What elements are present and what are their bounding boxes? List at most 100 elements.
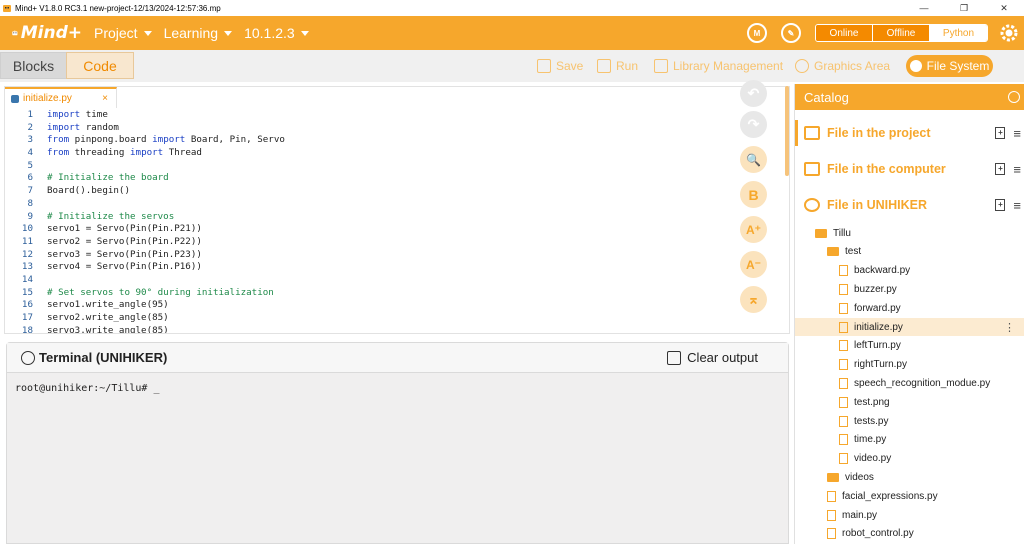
font-decrease-button[interactable]: A⁻	[740, 251, 767, 278]
code-text[interactable]: servo2 = Servo(Pin(Pin.P22))	[47, 236, 202, 249]
code-line[interactable]: 15 # Set servos to 90° during initializat…	[5, 287, 789, 300]
tree-file[interactable]: main.py	[827, 506, 877, 524]
code-line[interactable]: 6 # Initialize the board	[5, 172, 789, 185]
tree-file[interactable]: backward.py	[839, 262, 910, 280]
menu-icon[interactable]: ≡	[1013, 126, 1021, 141]
font-increase-button[interactable]: A⁺	[740, 216, 767, 243]
tree-file[interactable]: initialize.py ⋮	[795, 318, 1024, 336]
tree-file[interactable]: tests.py	[839, 412, 888, 430]
section-unihiker-files[interactable]: File in UNIHIKER + ≡	[795, 194, 1024, 216]
menu-project[interactable]: Project	[94, 25, 152, 41]
menu-learning[interactable]: Learning	[164, 25, 233, 41]
code-area[interactable]: 1 import time 2 import random 3 from pinpong.…	[5, 109, 789, 333]
code-text[interactable]: # Initialize the servos	[47, 211, 174, 224]
library-management-button[interactable]: Library Management	[654, 57, 783, 75]
file-system-button[interactable]: File System	[906, 55, 993, 77]
code-text[interactable]: # Set servos to 90° during initializatio…	[47, 287, 274, 300]
code-text[interactable]: import random	[47, 122, 119, 135]
code-text[interactable]: import time	[47, 109, 108, 122]
code-editor[interactable]: initialize.py × 1 import time 2 import rand…	[4, 86, 790, 334]
close-button[interactable]: ✕	[984, 0, 1024, 16]
more-options-icon[interactable]: ⋮	[1004, 321, 1015, 334]
tree-folder[interactable]: videos	[827, 468, 874, 486]
section-project-files[interactable]: File in the project + ≡	[795, 122, 1024, 144]
code-line[interactable]: 5	[5, 160, 789, 173]
tree-folder[interactable]: Tillu	[815, 224, 851, 242]
tree-file[interactable]: robot_control.py	[827, 525, 914, 543]
editor-scrollbar[interactable]	[785, 86, 789, 176]
menu-device-address[interactable]: 10.1.2.3	[244, 25, 309, 41]
code-text[interactable]: servo3.write_angle(85)	[47, 325, 169, 333]
code-line[interactable]: 14	[5, 274, 789, 287]
mode-online-button[interactable]: Online	[816, 25, 873, 41]
code-line[interactable]: 12 servo3 = Servo(Pin(Pin.P23))	[5, 249, 789, 262]
terminal-output[interactable]: root@unihiker:~/Tillu# _	[7, 373, 788, 404]
mode-python-button[interactable]: Python	[930, 25, 987, 41]
undo-button[interactable]: ↶	[740, 80, 767, 107]
code-text[interactable]: from threading import Thread	[47, 147, 202, 160]
run-button[interactable]: Run	[597, 57, 638, 75]
code-line[interactable]: 4 from threading import Thread	[5, 147, 789, 160]
tree-file[interactable]: forward.py	[839, 299, 901, 317]
refresh-icon[interactable]	[1008, 91, 1020, 103]
code-line[interactable]: 9 # Initialize the servos	[5, 211, 789, 224]
graphics-area-button[interactable]: Graphics Area	[795, 57, 890, 75]
maximize-button[interactable]: ❐	[944, 0, 984, 16]
redo-button[interactable]: ↷	[740, 111, 767, 138]
menu-icon[interactable]: ≡	[1013, 162, 1021, 177]
gear-icon[interactable]	[998, 22, 1020, 44]
add-file-icon[interactable]: +	[995, 127, 1006, 139]
tree-file[interactable]: speech_recognition_modue.py	[839, 374, 990, 392]
code-text[interactable]: servo4 = Servo(Pin(Pin.P16))	[47, 261, 202, 274]
format-button[interactable]: B	[740, 181, 767, 208]
code-line[interactable]: 11 servo2 = Servo(Pin(Pin.P22))	[5, 236, 789, 249]
tree-file[interactable]: video.py	[839, 450, 891, 468]
code-text[interactable]: servo3 = Servo(Pin(Pin.P23))	[47, 249, 202, 262]
medal-icon[interactable]: M	[747, 23, 767, 43]
tree-file[interactable]: time.py	[839, 431, 886, 449]
line-number: 3	[27, 134, 33, 146]
collapse-button[interactable]: ⌅	[740, 286, 767, 313]
code-text[interactable]: servo1 = Servo(Pin(Pin.P21))	[47, 223, 202, 236]
tree-file[interactable]: buzzer.py	[839, 280, 897, 298]
minimize-button[interactable]: —	[904, 0, 944, 16]
close-tab-icon[interactable]: ×	[102, 93, 108, 104]
code-line[interactable]: 7 Board().begin()	[5, 185, 789, 198]
tab-code[interactable]: Code	[66, 52, 134, 79]
code-text[interactable]: from pinpong.board import Board, Pin, Se…	[47, 134, 285, 147]
search-button[interactable]: 🔍	[740, 146, 767, 173]
mode-offline-button[interactable]: Offline	[873, 25, 930, 41]
code-line[interactable]: 1 import time	[5, 109, 789, 122]
section-computer-files[interactable]: File in the computer + ≡	[795, 158, 1024, 180]
code-text[interactable]: servo1.write_angle(95)	[47, 299, 169, 312]
add-file-icon[interactable]: +	[995, 163, 1006, 175]
save-button[interactable]: Save	[537, 57, 583, 75]
code-text[interactable]: Board().begin()	[47, 185, 130, 198]
menu-device-label: 10.1.2.3	[244, 25, 295, 41]
tree-file[interactable]: test.png	[839, 393, 890, 411]
menu-icon[interactable]: ≡	[1013, 198, 1021, 213]
file-tab-initialize[interactable]: initialize.py ×	[5, 87, 117, 108]
line-number: 11	[21, 235, 33, 247]
tree-file[interactable]: rightTurn.py	[839, 356, 907, 374]
code-line[interactable]: 18 servo3.write_angle(85)	[5, 325, 789, 333]
code-line[interactable]: 10 servo1 = Servo(Pin(Pin.P21))	[5, 223, 789, 236]
terminal-panel[interactable]: Terminal (UNIHIKER) Clear output root@un…	[6, 342, 789, 544]
code-line[interactable]: 8	[5, 198, 789, 211]
tree-file[interactable]: facial_expressions.py	[827, 487, 938, 505]
edit-icon[interactable]: ✎	[781, 23, 801, 43]
code-line[interactable]: 3 from pinpong.board import Board, Pin, S…	[5, 134, 789, 147]
tree-folder[interactable]: test	[827, 243, 861, 261]
code-line[interactable]: 16 servo1.write_angle(95)	[5, 299, 789, 312]
tab-blocks[interactable]: Blocks	[0, 52, 67, 79]
code-line[interactable]: 17 servo2.write_angle(85)	[5, 312, 789, 325]
clear-output-button[interactable]: Clear output	[667, 350, 758, 365]
add-file-icon[interactable]: +	[995, 199, 1006, 211]
code-line[interactable]: 13 servo4 = Servo(Pin(Pin.P16))	[5, 261, 789, 274]
tree-file[interactable]: leftTurn.py	[839, 337, 901, 355]
code-line[interactable]: 2 import random	[5, 122, 789, 135]
chevron-down-icon	[224, 30, 233, 36]
file-icon	[839, 359, 848, 371]
code-text[interactable]: # Initialize the board	[47, 172, 169, 185]
code-text[interactable]: servo2.write_angle(85)	[47, 312, 169, 325]
